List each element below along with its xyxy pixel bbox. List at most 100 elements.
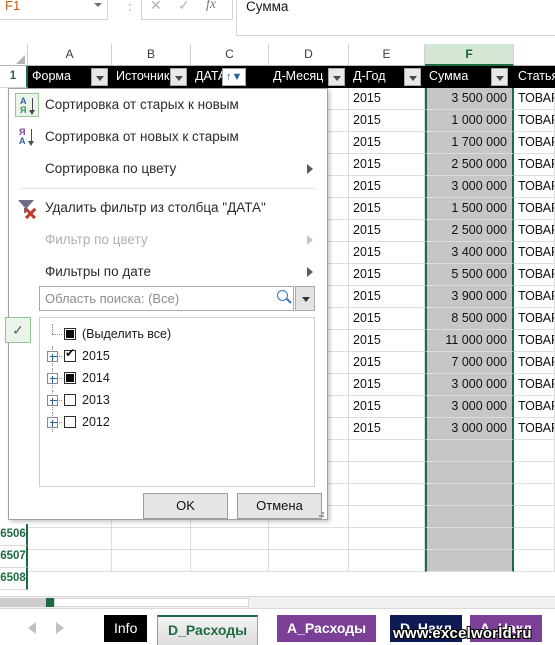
chevron-down-icon [333,76,341,81]
filter-button-data[interactable]: ↑▼ [222,68,246,86]
cancel-icon[interactable]: ✕ [150,0,162,14]
checkbox-partial[interactable] [64,328,76,340]
column-header-B[interactable]: B [112,44,191,66]
column-header-E[interactable]: E [349,44,425,66]
clear-filter-icon [15,196,39,220]
filter-search-row: Область поиска: (Все) [39,286,315,311]
fx-icon[interactable]: fx [206,0,216,13]
cell-summa: 1 500 000 [425,198,514,220]
chevron-down-icon [96,76,104,81]
checkbox-partial[interactable] [64,372,76,384]
excel-window: F1 : ✕ ✓ fx Сумма A B C D E F 1 Форма Ис… [0,0,555,645]
site-watermark: www.excelworld.ru [393,625,532,642]
row-header-6506[interactable]: 6506 [0,524,28,546]
filter-button-forma[interactable] [91,68,108,86]
expand-icon[interactable] [47,373,58,384]
checkbox-checked[interactable] [64,346,76,362]
chevron-down-icon [175,76,183,81]
filter-button-d-year[interactable] [404,68,421,86]
column-header-G[interactable] [514,44,555,66]
cell-statya-empty [514,484,555,506]
cell-d-year: 2015 [349,242,425,264]
filter-tree-item[interactable]: 2014 [40,368,314,388]
cell-statya: ТОВАР [514,176,555,198]
cell-summa: 8 500 000 [425,308,514,330]
cell-summa: 3 500 000 [425,88,514,110]
triangle-right-icon[interactable] [56,622,64,634]
chevron-down-icon[interactable] [94,3,102,7]
filter-button-summa[interactable] [491,68,508,86]
select-all-corner[interactable] [0,44,28,66]
sheet-tab-info[interactable]: Info [104,615,148,642]
menu-item-label: Фильтры по дате [45,264,152,279]
filter-tree-label: 2012 [82,415,110,429]
filter-value-list[interactable]: (Выделить все) 2015 2014 2013 2012 [39,317,315,487]
chevron-down-icon [409,76,417,81]
cell-statya-empty [514,550,555,572]
filter-tree-item[interactable]: 2013 [40,390,314,410]
filter-tree-item[interactable]: (Выделить все) [40,324,314,344]
menu-item-sort-newest-oldest[interactable]: Я А Сортировка от новых к старым [9,121,327,153]
column-header-C[interactable]: C [191,44,269,66]
apply-filter-check-button[interactable]: ✓ [5,317,31,343]
cell-d-year: 2015 [349,418,425,440]
formula-bar: F1 : ✕ ✓ fx Сумма [0,0,555,44]
filter-button-d-month[interactable] [328,68,345,86]
menu-item-filter-by-color: Фильтр по цвету [9,224,327,256]
filter-button-istochnik[interactable] [170,68,187,86]
cell-d-year: 2015 [349,308,425,330]
sort-ascending-icon: А Я [15,93,39,117]
column-header-A[interactable]: A [28,44,112,66]
menu-item-sort-by-color[interactable]: Сортировка по цвету [9,153,327,185]
cell-summa-empty [425,550,514,572]
menu-item-label: Сортировка по цвету [45,161,177,176]
scroll-track[interactable] [54,598,249,607]
filter-tree-label: (Выделить все) [82,327,172,341]
sheet-tab-d-rashody[interactable]: D_Расходы [157,615,259,645]
menu-item-date-filters[interactable]: Фильтры по дате [9,256,327,288]
menu-item-label: Удалить фильтр из столбца "ДАТА" [45,200,266,215]
resize-grip[interactable] [317,510,325,518]
checkbox-unchecked[interactable] [64,416,76,428]
check-icon[interactable]: ✓ [178,0,190,14]
cell-statya: ТОВАР [514,264,555,286]
cell-statya-empty [514,440,555,462]
row-header-6507[interactable]: 6507 [0,546,28,568]
horizontal-scrollbar[interactable] [0,596,555,608]
filter-tree-item[interactable]: 2012 [40,412,314,432]
scroll-thumb[interactable] [0,598,46,607]
menu-item-clear-filter[interactable]: Удалить фильтр из столбца "ДАТА" [9,192,327,224]
expand-icon[interactable] [47,351,58,362]
menu-item-sort-oldest-newest[interactable]: А Я Сортировка от старых к новым [9,89,327,121]
tree-line [52,324,53,334]
row-header-1[interactable]: 1 [0,66,28,88]
cell-statya: ТОВАР [514,154,555,176]
expand-icon[interactable] [47,417,58,428]
cell-summa: 3 000 000 [425,374,514,396]
cell-d-year: 2015 [349,286,425,308]
filter-tree-item[interactable]: 2015 [40,346,314,366]
cell-summa-empty [425,462,514,484]
expand-icon[interactable] [47,395,58,406]
checkbox-unchecked[interactable] [64,394,76,406]
column-header-F[interactable]: F [425,44,514,66]
search-input[interactable]: Область поиска: (Все) [39,286,294,311]
cell-istochnik-empty [112,550,191,572]
sheet-tab-a-rashody[interactable]: A_Расходы [277,615,377,642]
search-scope-dropdown[interactable] [295,286,315,311]
ok-button[interactable]: OK [143,493,228,519]
cell-statya: ТОВАР [514,286,555,308]
cell-d-year-empty [349,484,425,506]
sort-filter-icon: ↑▼ [226,71,243,83]
cell-statya-empty [514,506,555,528]
triangle-left-icon[interactable] [28,622,36,634]
name-box[interactable]: F1 [0,0,108,20]
formula-input[interactable]: Сумма [236,0,555,36]
sort-descending-icon: Я А [15,125,39,149]
filter-dropdown-menu[interactable]: А Я Сортировка от старых к новым Я А Сор… [5,88,328,520]
row-header-6508[interactable]: 6508 [0,568,28,590]
column-header-D[interactable]: D [269,44,349,66]
filter-tree: (Выделить все) 2015 2014 2013 2012 [40,324,314,432]
cell-statya: ТОВАР [514,308,555,330]
cancel-button[interactable]: Отмена [237,493,322,519]
